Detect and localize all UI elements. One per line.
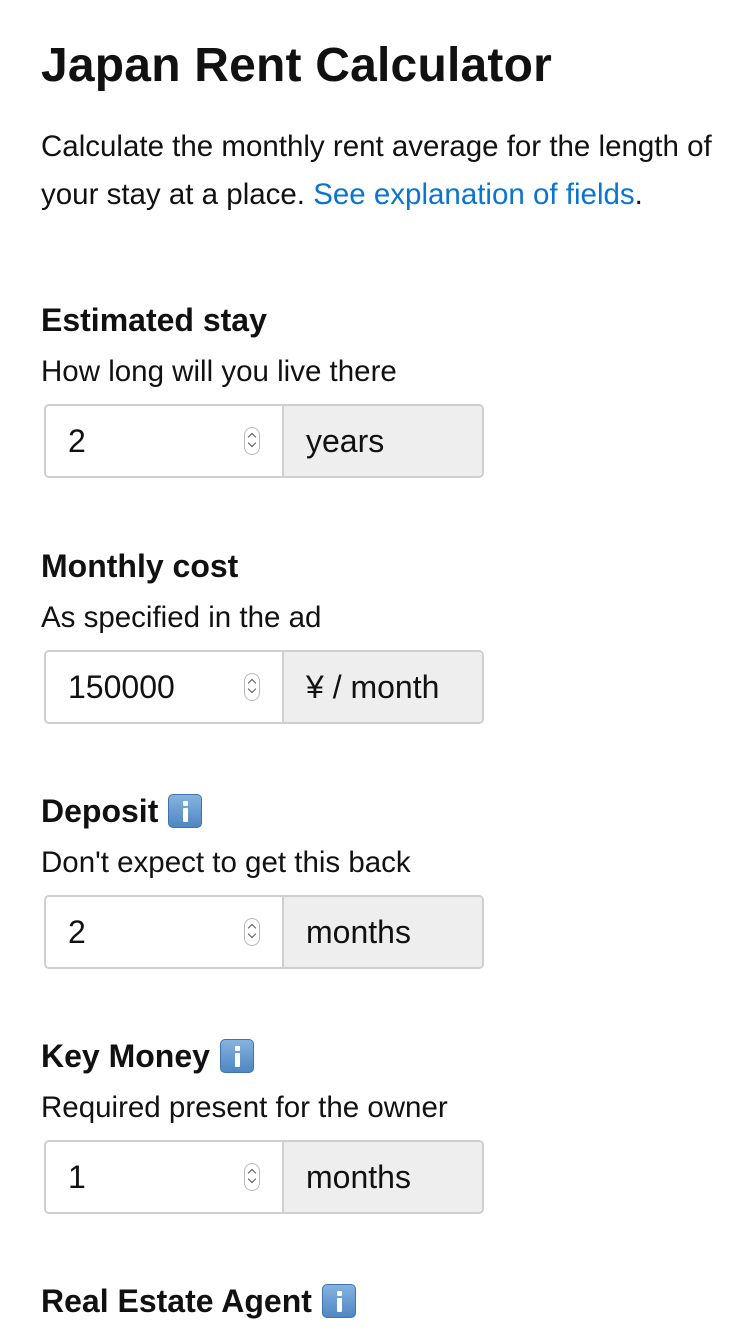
stepper-icon[interactable] <box>244 918 260 946</box>
stay-input-group: 2 years <box>44 404 484 478</box>
monthly-cost-input[interactable]: 150000 <box>46 652 284 722</box>
deposit-input[interactable]: 2 <box>46 897 284 967</box>
field-hint: As specified in the ad <box>41 601 322 634</box>
field-label-text: Estimated stay <box>41 302 267 338</box>
field-hint: How long will you live there <box>41 355 397 388</box>
field-label: Deposit <box>41 791 203 831</box>
stay-input[interactable]: 2 <box>46 406 284 476</box>
key-money-unit: months <box>284 1142 482 1212</box>
stepper-icon[interactable] <box>244 1163 260 1191</box>
field-hint: Required present for the owner <box>41 1091 448 1124</box>
field-label: Key Money <box>41 1036 254 1076</box>
field-label: Monthly cost <box>41 546 238 586</box>
explanation-link[interactable]: See explanation of fields <box>313 178 634 211</box>
field-hint: Don't expect to get this back <box>41 846 411 879</box>
field-label: Real Estate Agent <box>41 1281 356 1321</box>
info-icon[interactable] <box>219 1039 254 1073</box>
deposit-input-value: 2 <box>68 914 86 950</box>
monthly-input-group: 150000 ¥ / month <box>44 650 484 724</box>
monthly-cost-input-value: 150000 <box>68 669 175 705</box>
field-label-text: Monthly cost <box>41 548 239 584</box>
deposit-unit: months <box>284 897 482 967</box>
field-label-text: Key Money <box>41 1038 210 1074</box>
stay-input-value: 2 <box>68 423 86 459</box>
key-money-input-group: 1 months <box>44 1140 484 1214</box>
stepper-icon[interactable] <box>244 427 260 455</box>
intro-paragraph: Calculate the monthly rent average for t… <box>41 123 716 219</box>
key-money-input-value: 1 <box>68 1159 86 1195</box>
field-label-text: Deposit <box>41 793 159 829</box>
field-label: Estimated stay <box>41 300 267 340</box>
field-label-text: Real Estate Agent <box>41 1283 312 1319</box>
stepper-icon[interactable] <box>244 673 260 701</box>
deposit-input-group: 2 months <box>44 895 484 969</box>
info-icon[interactable] <box>168 794 203 828</box>
key-money-input[interactable]: 1 <box>46 1142 284 1212</box>
info-icon[interactable] <box>321 1284 356 1318</box>
page-title: Japan Rent Calculator <box>41 39 552 92</box>
stay-unit: years <box>284 406 482 476</box>
intro-end: . <box>634 178 643 211</box>
monthly-unit: ¥ / month <box>284 652 482 722</box>
